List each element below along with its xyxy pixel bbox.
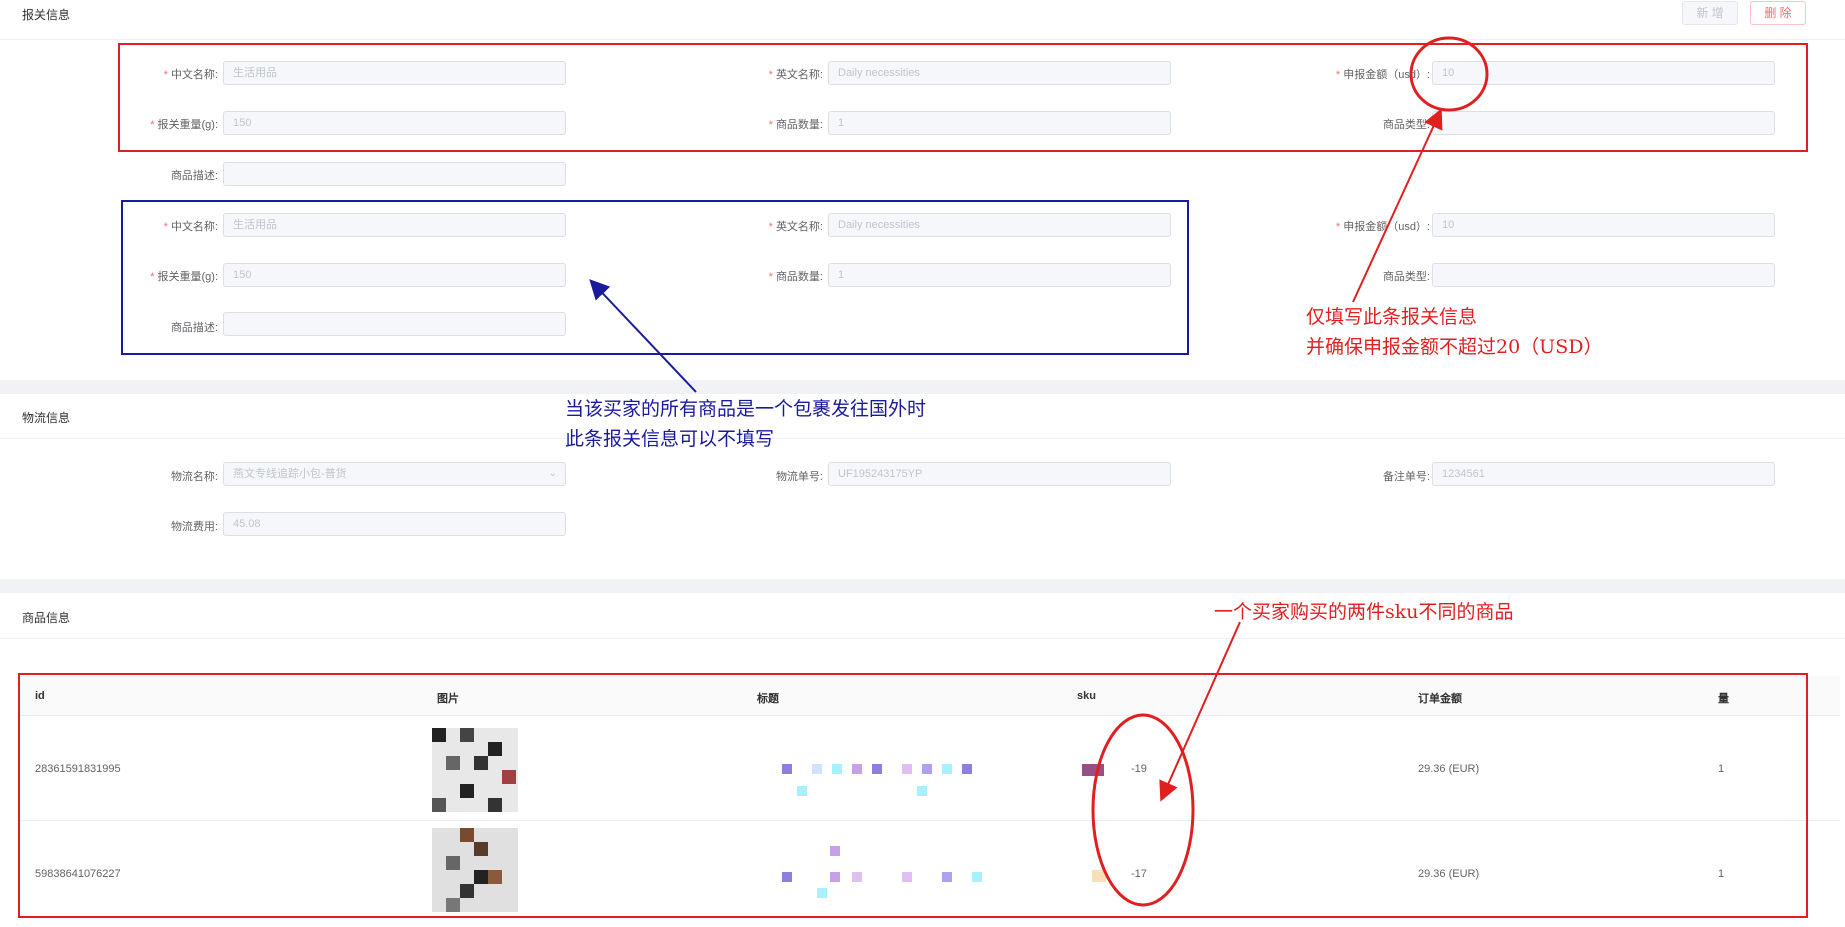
description-label: 商品描述: [170,170,218,182]
divider [0,39,1845,40]
amount-input[interactable]: 10 [1432,213,1775,237]
chevron-down-icon: ⌄ [548,468,557,479]
annotation-note-line: 当该买家的所有商品是一个包裹发往国外时 [565,398,927,420]
logistics-fee-label: 物流费用: [170,521,218,533]
annotation-note-sku: 一个买家购买的两件sku不同的商品 [1214,601,1514,623]
description-input[interactable] [223,162,566,186]
annotation-note-amount: 仅填写此条报关信息 并确保申报金额不超过20（USD） [1306,302,1602,362]
add-button[interactable]: 新 增 [1682,1,1738,25]
customs-section-title: 报关信息 [22,8,71,22]
annotation-red-box-entry1 [118,43,1808,152]
product-type-label: 商品类型: [1382,271,1430,283]
annotation-red-box-products [18,673,1808,918]
annotation-note-line: 并确保申报金额不超过20（USD） [1306,336,1603,358]
divider [0,638,1845,639]
annotation-note-entry2: 当该买家的所有商品是一个包裹发往国外时 此条报关信息可以不填写 [565,394,926,454]
section-separator [0,380,1845,394]
annotation-note-line: 仅填写此条报关信息 [1306,306,1478,328]
products-section-title: 商品信息 [22,611,71,625]
logistics-name-label: 物流名称: [170,471,218,483]
logistics-name-select[interactable]: 燕文专线追踪小包-普货 ⌄ [223,462,566,486]
remark-number-input[interactable]: 1234561 [1432,462,1775,486]
tracking-number-input[interactable]: UF195243175YP [828,462,1171,486]
annotation-note-line: 此条报关信息可以不填写 [565,428,775,450]
product-type-input[interactable] [1432,263,1775,287]
logistics-name-value: 燕文专线追踪小包-普货 [233,468,347,480]
amount-label: * 申报金额（usd）: [1335,221,1430,233]
tracking-number-label: 物流单号: [775,471,823,483]
section-separator [0,579,1845,593]
annotation-blue-box-entry2 [121,200,1189,355]
delete-button[interactable]: 删 除 [1750,1,1806,25]
logistics-section-title: 物流信息 [22,411,71,425]
logistics-fee-input[interactable]: 45.08 [223,512,566,536]
remark-number-label: 备注单号: [1382,471,1430,483]
